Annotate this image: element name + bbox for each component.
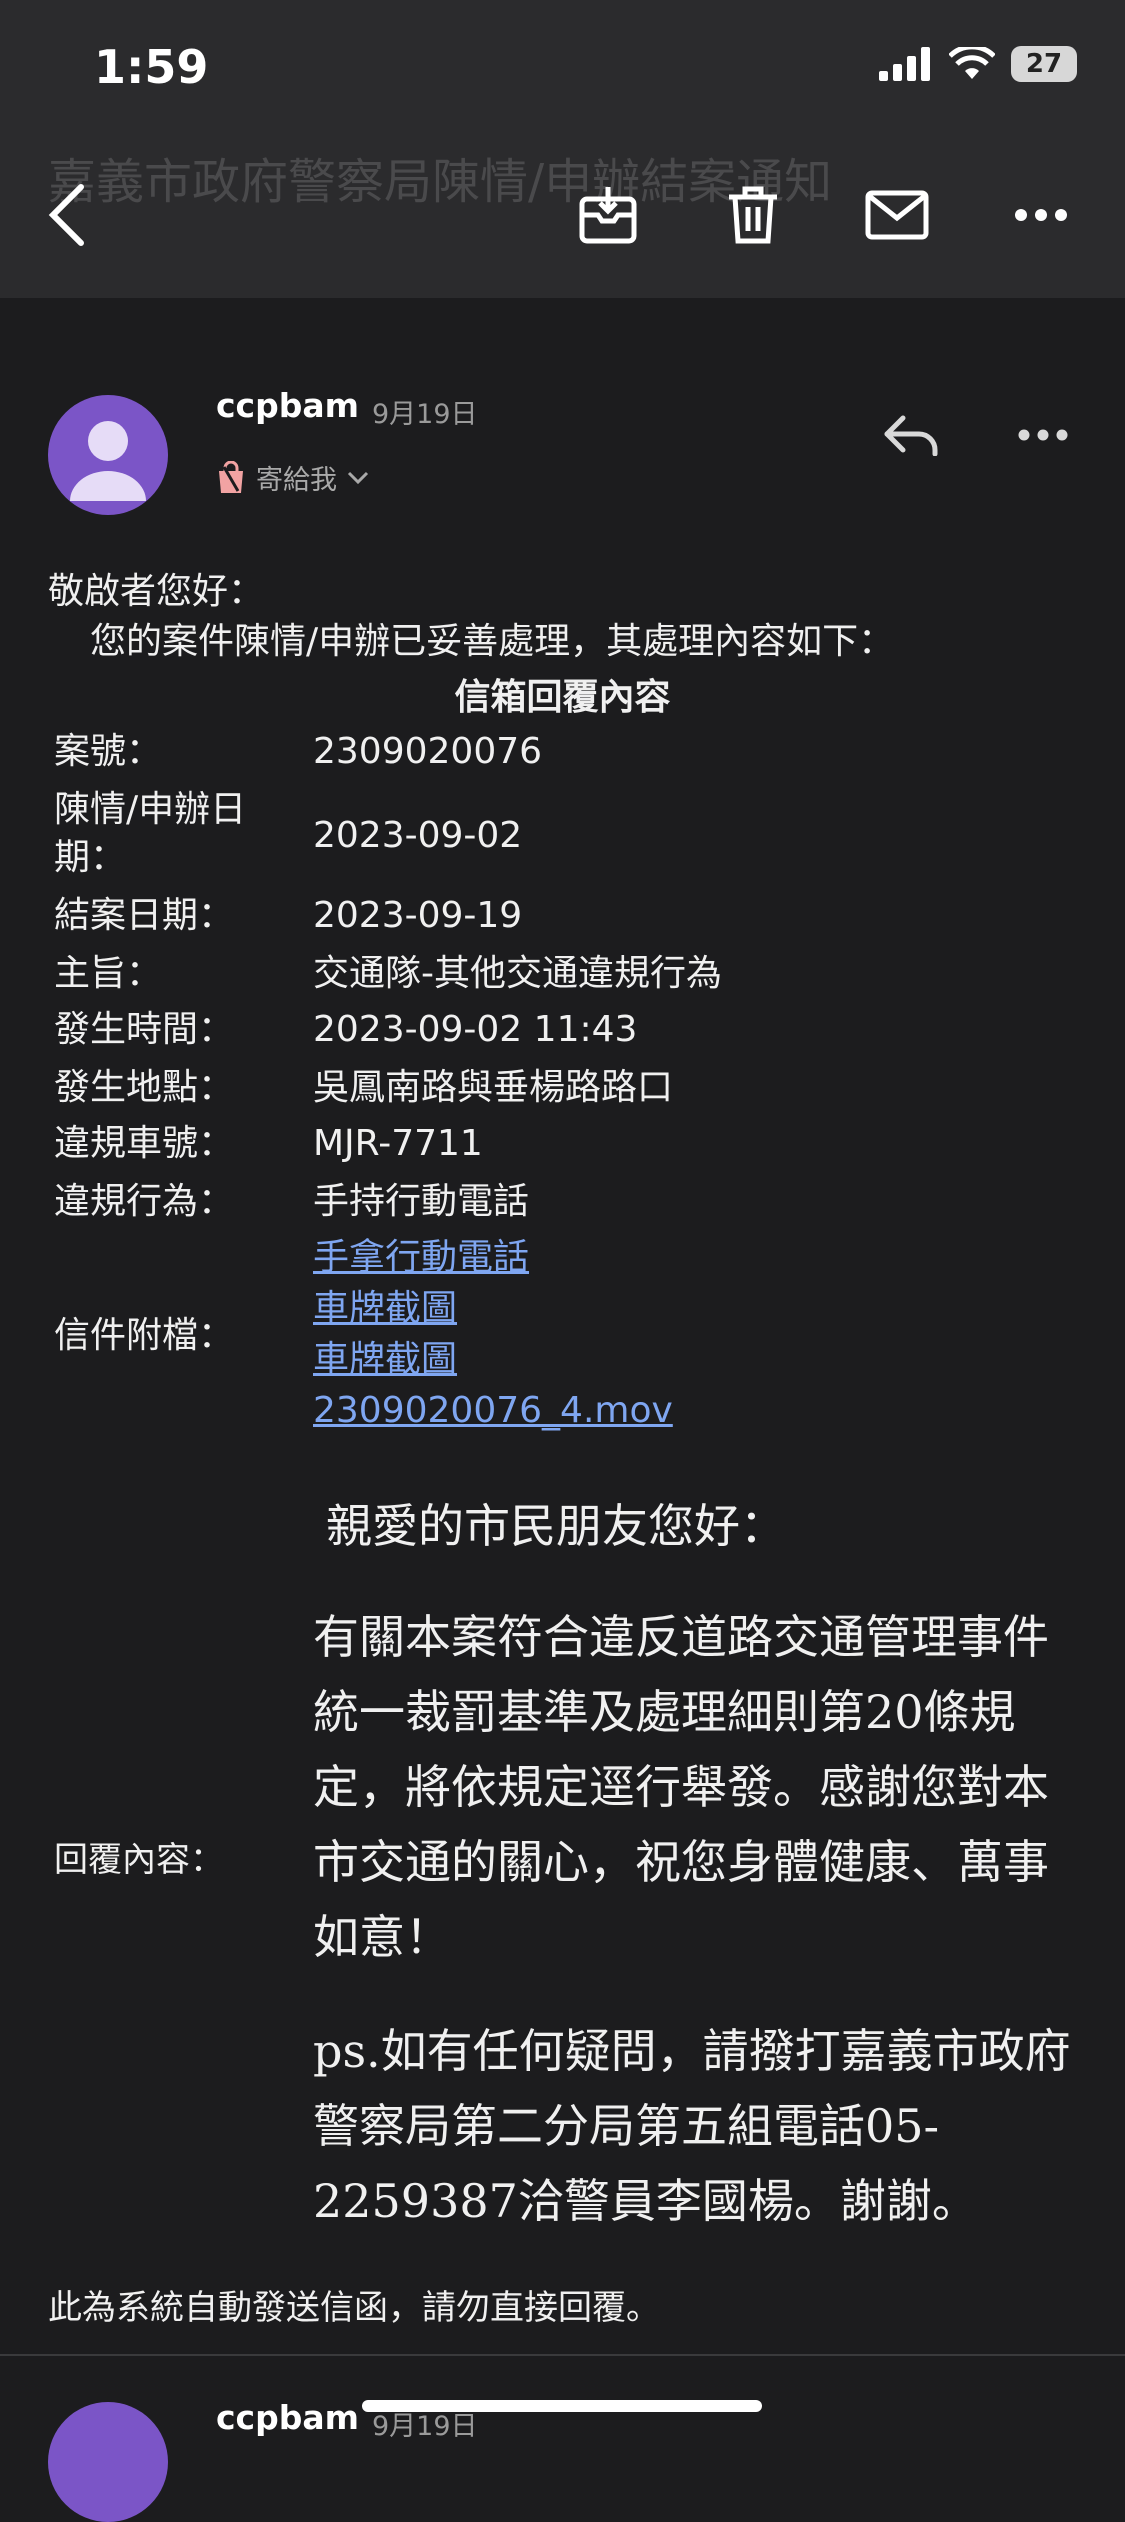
attachment-list: 手拿行動電話 車牌截圖 車牌截圖 2309020076_4.mov [313, 1232, 673, 1436]
message-divider [0, 2354, 1125, 2356]
field-value-subject: 交通隊-其他交通違規行為 [313, 953, 722, 994]
attachment-link[interactable]: 手拿行動電話 [313, 1232, 673, 1283]
recipient-label: 寄給我 [256, 465, 337, 496]
field-label-apply-date: 陳情/申辦日期： [54, 789, 247, 878]
archive-button[interactable] [563, 170, 653, 260]
attachment-link[interactable]: 2309020076_4.mov [313, 1385, 673, 1436]
attachment-link[interactable]: 車牌截圖 [313, 1283, 673, 1334]
signal-icon [879, 47, 930, 81]
field-value-time: 2023-09-02 11:43 [313, 1009, 638, 1050]
field-label-case-no: 案號： [54, 731, 163, 772]
home-indicator[interactable] [362, 2400, 762, 2412]
auto-mail-notice: 此為系統自動發送信函，請勿直接回覆。 [48, 2288, 660, 2328]
mailbox-reply-title: 信箱回覆內容 [454, 677, 671, 718]
field-label-time: 發生時間： [54, 1009, 235, 1050]
field-value-plate: MJR-7711 [313, 1123, 483, 1164]
field-value-violation: 手持行動電話 [313, 1181, 530, 1222]
intro-text: 您的案件陳情/申辦已妥善處理，其處理內容如下： [90, 621, 895, 662]
reply-ps: ps.如有任何疑問，請撥打嘉義市政府警察局第二分局第五組電話05-2259387… [313, 2024, 1071, 2228]
reply-body: 有關本案符合違反道路交通管理事件統一裁罰基準及處理細則第20條規定，將依規定逕行… [313, 1610, 1049, 1964]
recipient-toggle[interactable]: 寄給我 [216, 458, 369, 497]
field-value-case-no: 2309020076 [313, 731, 543, 772]
mark-unread-button[interactable] [852, 170, 942, 260]
battery-indicator: 27 [1011, 46, 1077, 82]
top-bar: 嘉義市政府警察局陳情/申辦結案通知 1:59 27 [0, 0, 1125, 298]
reply-greeting: 親愛的市民朋友您好： [326, 1499, 786, 1553]
field-value-close-date: 2023-09-19 [313, 895, 523, 936]
back-button[interactable] [22, 170, 112, 260]
status-time: 1:59 [94, 40, 209, 94]
field-label-reply: 回覆內容： [54, 1840, 224, 1880]
field-label-attachments: 信件附檔： [54, 1315, 235, 1356]
wifi-icon [949, 47, 995, 79]
nav-bar [0, 170, 1125, 270]
shopping-bag-icon [219, 460, 243, 493]
reply-button[interactable] [868, 392, 954, 478]
field-value-apply-date: 2023-09-02 [313, 815, 523, 856]
greeting: 敬啟者您好： [48, 571, 265, 612]
field-label-location: 發生地點： [54, 1067, 235, 1108]
chevron-down-icon [347, 471, 369, 484]
sender-name[interactable]: ccpbam [216, 386, 359, 425]
more-button[interactable] [996, 170, 1086, 260]
chevron-left-icon [48, 184, 84, 246]
delete-button[interactable] [708, 170, 798, 260]
next-avatar[interactable] [48, 2402, 168, 2522]
field-value-location: 吳鳳南路與垂楊路路口 [313, 1067, 674, 1108]
field-label-violation: 違規行為： [54, 1181, 235, 1222]
next-sender-name[interactable]: ccpbam [216, 2398, 359, 2437]
more-horizontal-icon [1018, 429, 1068, 441]
field-label-plate: 違規車號： [54, 1123, 235, 1164]
attachment-link[interactable]: 車牌截圖 [313, 1334, 673, 1385]
message-date: 9月19日 [372, 399, 478, 430]
avatar[interactable] [48, 395, 168, 515]
archive-icon [579, 187, 637, 244]
field-label-close-date: 結案日期： [54, 895, 235, 936]
status-icons: 27 [879, 46, 1077, 82]
field-label-subject: 主旨： [54, 953, 163, 994]
more-horizontal-icon [1015, 209, 1067, 221]
mail-icon [865, 190, 929, 240]
reply-icon [884, 415, 938, 456]
trash-icon [729, 186, 777, 244]
message-more-button[interactable] [1000, 392, 1086, 478]
person-icon [70, 421, 146, 501]
